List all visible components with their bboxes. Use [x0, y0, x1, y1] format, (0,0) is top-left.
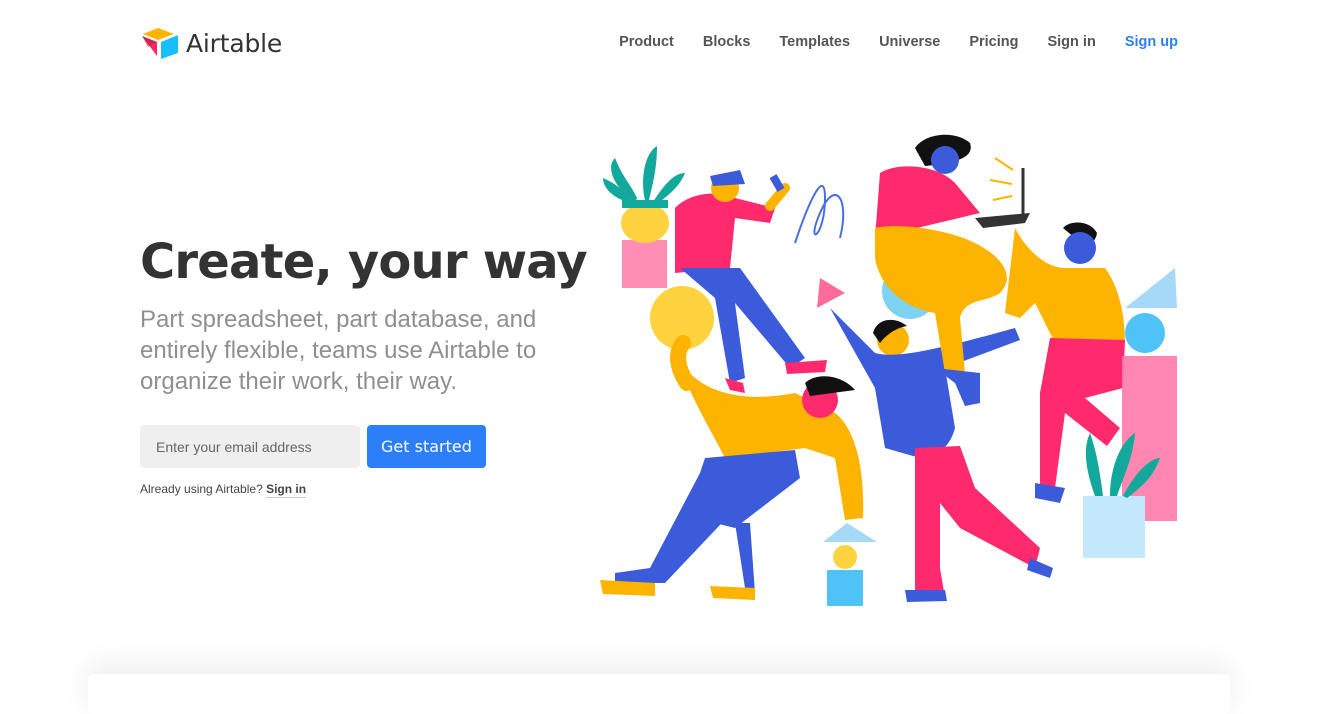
person-cap [670, 170, 827, 393]
airtable-logo[interactable]: Airtable [140, 26, 282, 60]
nav-sign-in[interactable]: Sign in [1047, 34, 1095, 50]
hero-headline: Create, your way [140, 234, 588, 290]
nav-templates[interactable]: Templates [779, 34, 850, 50]
pink-triangle [817, 278, 845, 308]
scribble-line [794, 184, 845, 244]
airtable-logo-icon [142, 28, 178, 59]
nav-pricing[interactable]: Pricing [969, 34, 1018, 50]
person-kneeling [600, 368, 864, 600]
already-using-text: Already using Airtable? [140, 482, 263, 496]
brand-name: Airtable [186, 28, 283, 58]
nav-blocks[interactable]: Blocks [703, 34, 751, 50]
top-nav: Product Blocks Templates Universe Pricin… [590, 34, 1178, 50]
small-blocks [823, 523, 877, 606]
bottom-panel [88, 674, 1230, 714]
nav-sign-up[interactable]: Sign up [1125, 34, 1178, 50]
already-using-line: Already using Airtable? Sign in [140, 482, 307, 498]
email-input[interactable] [140, 425, 360, 468]
nav-universe[interactable]: Universe [879, 34, 940, 50]
team-illustration [600, 134, 1177, 606]
get-started-button[interactable]: Get started [367, 425, 486, 468]
person-center [830, 308, 1053, 602]
nav-product[interactable]: Product [619, 34, 674, 50]
plant-pot-left [603, 146, 685, 288]
person-right [1005, 222, 1125, 503]
hero-sign-in-link[interactable]: Sign in [266, 482, 307, 498]
hero-subhead: Part spreadsheet, part database, and ent… [140, 306, 537, 395]
signup-form: Get started [140, 425, 486, 468]
